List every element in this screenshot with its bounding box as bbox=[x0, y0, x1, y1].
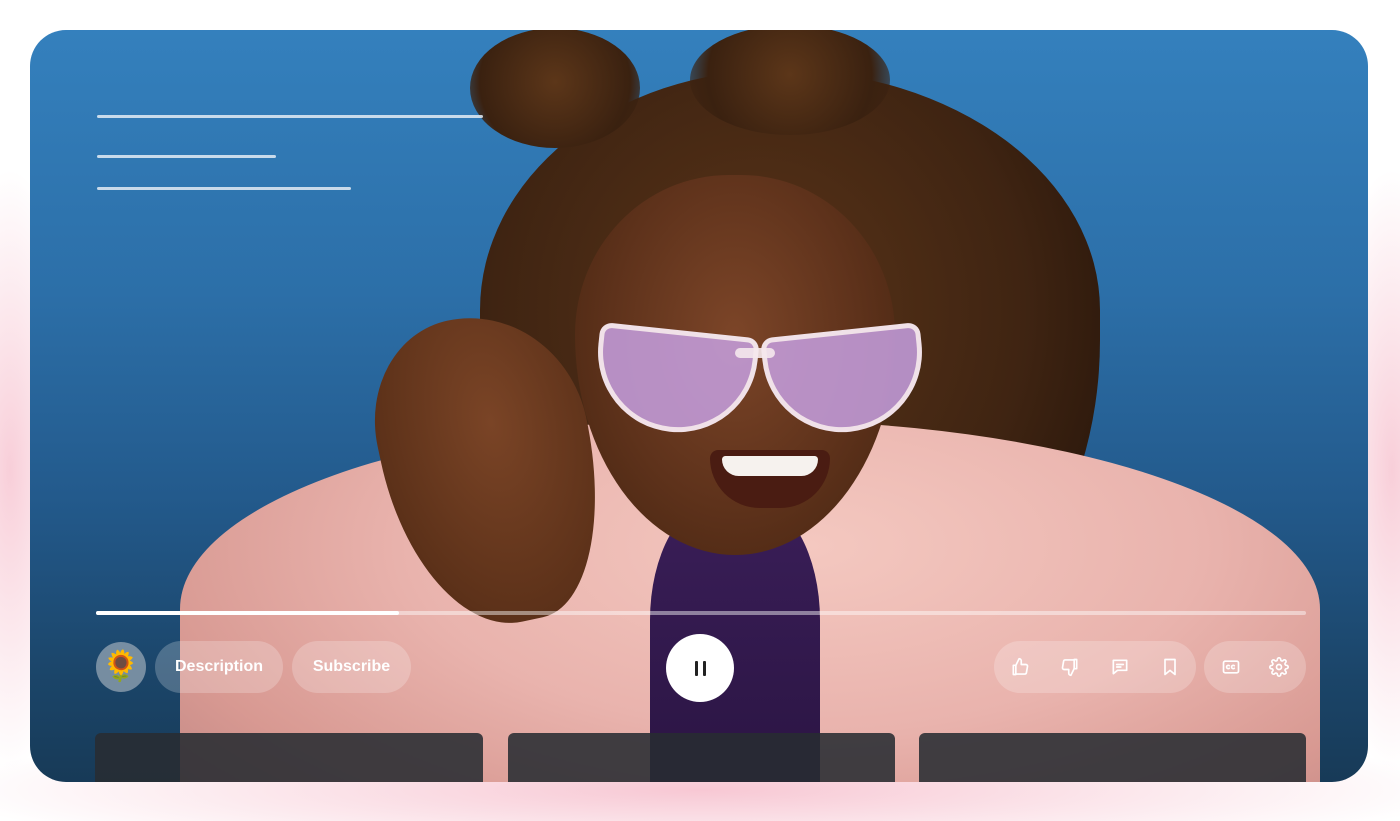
reaction-controls bbox=[994, 641, 1196, 693]
progress-fill bbox=[96, 611, 399, 615]
subtitle-line bbox=[97, 155, 276, 158]
settings-gear-icon[interactable] bbox=[1266, 654, 1292, 680]
thumbs-up-icon[interactable] bbox=[1007, 654, 1033, 680]
player-settings-controls bbox=[1204, 641, 1306, 693]
sunflower-icon: 🌻 bbox=[102, 650, 140, 683]
subtitle-line bbox=[97, 187, 351, 190]
progress-bar[interactable] bbox=[96, 611, 1306, 615]
thumbs-down-icon[interactable] bbox=[1057, 654, 1083, 680]
channel-avatar[interactable]: 🌻 bbox=[96, 642, 146, 692]
description-button[interactable]: Description bbox=[155, 641, 283, 693]
pause-icon bbox=[694, 660, 706, 676]
video-player[interactable]: 🌻 Description Subscribe bbox=[30, 30, 1368, 782]
bookmark-icon[interactable] bbox=[1157, 654, 1183, 680]
subscribe-button[interactable]: Subscribe bbox=[292, 641, 411, 693]
title-line bbox=[97, 115, 483, 118]
closed-captions-icon[interactable] bbox=[1218, 654, 1244, 680]
comment-icon[interactable] bbox=[1107, 654, 1133, 680]
recommendation-card[interactable] bbox=[919, 733, 1306, 782]
recommendation-card[interactable] bbox=[508, 733, 895, 782]
pause-button[interactable] bbox=[666, 634, 734, 702]
recommendation-card[interactable] bbox=[95, 733, 483, 782]
